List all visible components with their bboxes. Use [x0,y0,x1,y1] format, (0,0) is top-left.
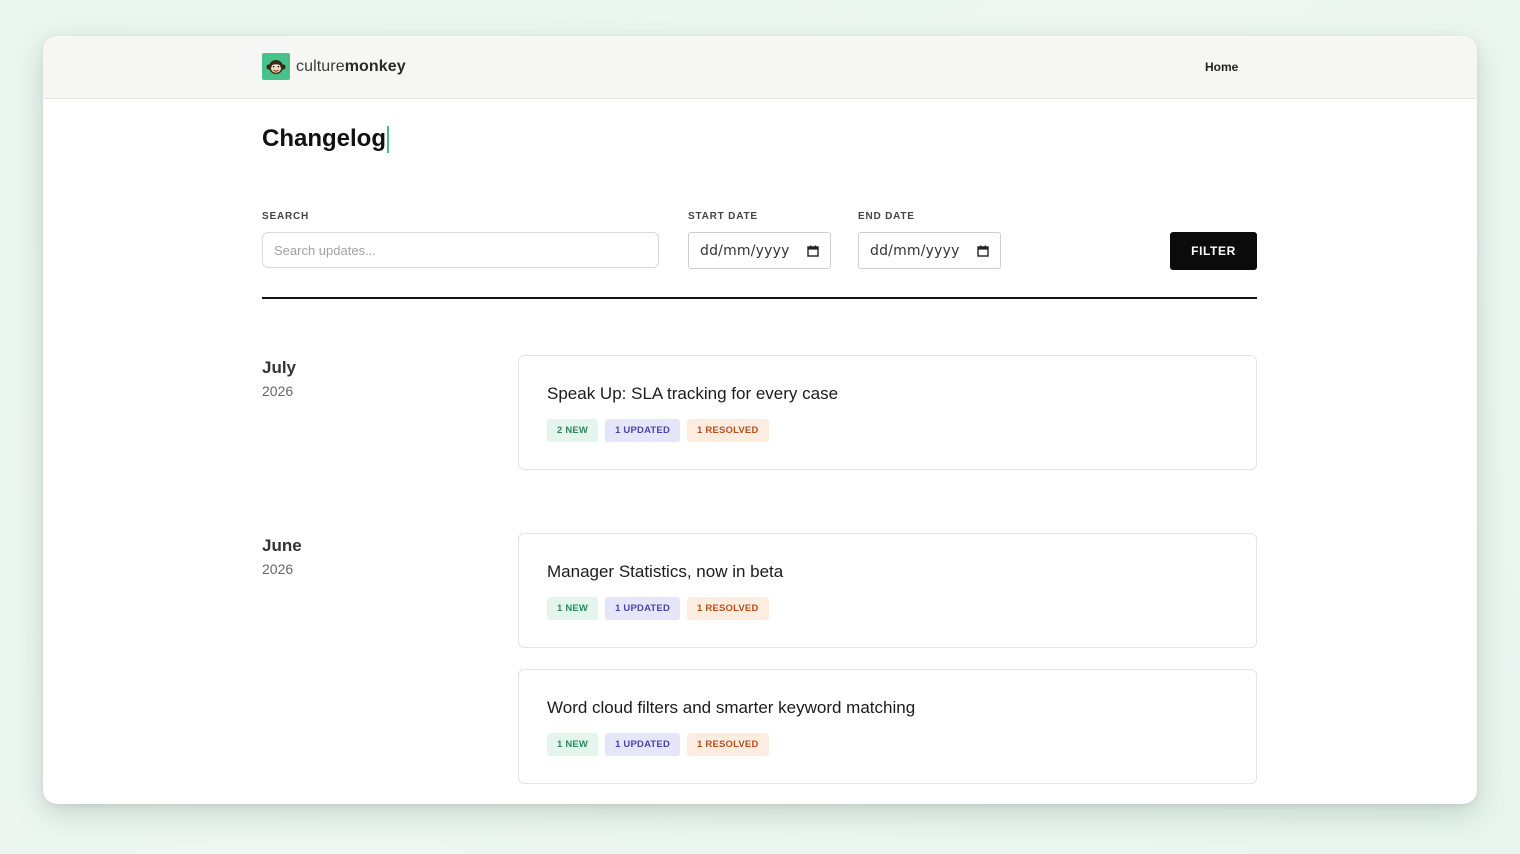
calendar-icon[interactable] [977,245,989,257]
top-navbar: culturemonkey Home [43,36,1477,99]
start-date-value: dd/mm/yyyy [700,242,790,259]
brand-logo[interactable]: culturemonkey [262,53,406,80]
changelog-entry-card[interactable]: Manager Statistics, now in beta 1 NEW 1 … [518,533,1257,648]
nav-home-link[interactable]: Home [1205,60,1238,74]
entry-title: Manager Statistics, now in beta [547,562,784,581]
entry-badges: 1 NEW 1 UPDATED 1 RESOLVED [547,597,769,620]
text-caret [387,125,389,153]
end-date-input[interactable]: dd/mm/yyyy [858,232,1001,269]
year-label: 2026 [262,561,294,577]
filter-button[interactable]: FILTER [1170,232,1257,270]
new-count-badge: 1 NEW [547,733,599,756]
changelog-entry-card[interactable]: Word cloud filters and smarter keyword m… [518,669,1257,784]
start-date-input[interactable]: dd/mm/yyyy [688,232,831,269]
entry-title: Word cloud filters and smarter keyword m… [547,698,916,717]
entry-title: Speak Up: SLA tracking for every case [547,384,839,403]
end-date-label: END DATE [858,211,915,222]
updated-count-badge: 1 UPDATED [605,419,681,442]
new-count-badge: 1 NEW [547,597,599,620]
start-date-label: START DATE [688,211,758,222]
search-label: SEARCH [262,211,310,222]
monkey-logo-icon [262,53,290,80]
resolved-count-badge: 1 RESOLVED [687,733,769,756]
entry-badges: 1 NEW 1 UPDATED 1 RESOLVED [547,733,769,756]
search-input[interactable] [262,232,659,268]
end-date-value: dd/mm/yyyy [870,242,960,259]
page-title: Changelog [262,125,389,153]
month-label: June [262,536,302,555]
resolved-count-badge: 1 RESOLVED [687,419,769,442]
changelog-entry-card[interactable]: Speak Up: SLA tracking for every case 2 … [518,355,1257,470]
updated-count-badge: 1 UPDATED [605,597,681,620]
updated-count-badge: 1 UPDATED [605,733,681,756]
page-title-text: Changelog [262,125,386,152]
calendar-icon[interactable] [807,245,819,257]
section-divider [262,297,1257,299]
brand-name: culturemonkey [296,57,406,75]
entry-badges: 2 NEW 1 UPDATED 1 RESOLVED [547,419,769,442]
month-label: July [262,358,297,377]
year-label: 2026 [262,383,294,399]
resolved-count-badge: 1 RESOLVED [687,597,769,620]
app-window: culturemonkey Home Changelog SEARCH STAR… [43,36,1477,804]
new-count-badge: 2 NEW [547,419,599,442]
